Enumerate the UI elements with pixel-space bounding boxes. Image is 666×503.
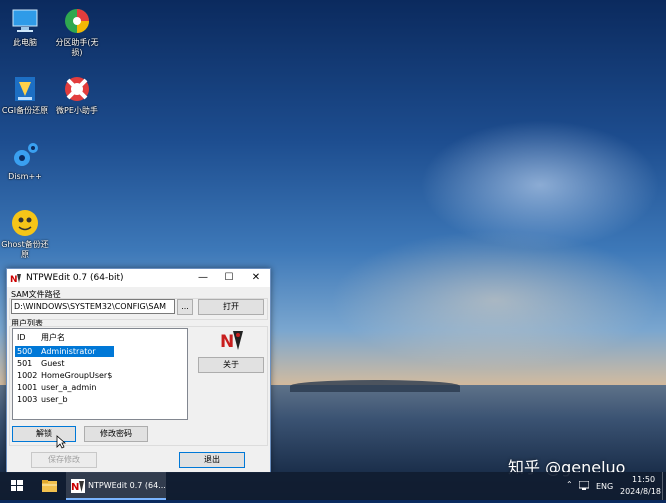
browse-button[interactable]: ... — [177, 299, 193, 315]
show-desktop-button[interactable] — [662, 472, 666, 500]
start-button[interactable] — [0, 472, 34, 500]
desktop-icon-dism[interactable]: Dism++ — [0, 140, 50, 182]
column-header-id: ID — [17, 333, 26, 342]
desktop-icon-label: CGI备份还原 — [1, 106, 49, 115]
desktop-icon-cgi[interactable]: CGI备份还原 — [0, 74, 50, 116]
change-password-button[interactable]: 修改密码 — [84, 426, 148, 442]
network-icon[interactable] — [578, 480, 590, 490]
desktop-icon-partition-assistant[interactable]: 分区助手(无损) — [52, 6, 102, 58]
app-logo-icon: N — [10, 272, 22, 285]
maximize-icon: ☐ — [224, 272, 234, 283]
close-button[interactable]: ✕ — [243, 269, 269, 287]
wallpaper-island — [290, 380, 460, 392]
exit-button[interactable]: 退出 — [179, 452, 245, 468]
column-header-username: 用户名 — [41, 333, 65, 342]
user-name: Guest — [41, 359, 65, 368]
clock-time[interactable]: 11:50 — [632, 475, 655, 484]
svg-text:N: N — [220, 332, 234, 351]
lifebuoy-icon — [62, 74, 92, 104]
window-title: NTPWEdit 0.7 (64-bit) — [26, 273, 124, 283]
user-id: 501 — [17, 359, 33, 368]
tray-up-arrow-icon[interactable]: ⌃ — [566, 480, 573, 489]
desktop-icon-label: 分区助手(无损) — [55, 38, 99, 57]
folder-icon — [42, 480, 57, 492]
user-id: 1003 — [17, 395, 38, 404]
user-row[interactable]: 1002 HomeGroupUser$ — [15, 370, 114, 381]
taskbar: N NTPWEdit 0.7 (64... ⌃ ENG 11:50 2024/8… — [0, 472, 666, 500]
language-indicator[interactable]: ENG — [596, 482, 613, 491]
taskbar-app-label: NTPWEdit 0.7 (64... — [88, 481, 166, 490]
ntpwedit-logo-icon: N — [220, 329, 244, 352]
gears-icon — [10, 140, 40, 170]
maximize-button[interactable]: ☐ — [216, 269, 242, 287]
sam-path-field[interactable]: D:\WINDOWS\SYSTEM32\CONFIG\SAM — [11, 299, 175, 314]
user-name: Administrator — [41, 347, 96, 356]
minimize-icon: — — [198, 272, 208, 283]
desktop-icon-wepe-helper[interactable]: 微PE小助手 — [52, 74, 102, 116]
desktop-icon-label: Dism++ — [8, 172, 42, 181]
ntpwedit-taskbar-icon: N — [71, 479, 85, 493]
user-id: 1001 — [17, 383, 38, 392]
save-changes-button[interactable]: 保存修改 — [31, 452, 97, 468]
desktop-icon-label: 微PE小助手 — [56, 106, 98, 115]
ntpwedit-window: N NTPWEdit 0.7 (64-bit) — ☐ ✕ SAM文件路径 D:… — [6, 268, 271, 473]
user-id: 1002 — [17, 371, 38, 380]
mouse-cursor-icon — [56, 435, 67, 449]
minimize-button[interactable]: — — [190, 269, 216, 287]
svg-text:N: N — [71, 482, 79, 493]
desktop-icon-ghost[interactable]: Ghost备份还原 — [0, 208, 50, 260]
user-listbox[interactable]: ID 用户名 500 Administrator 501 Guest 1002 Home… — [12, 328, 188, 420]
user-id: 500 — [17, 347, 33, 356]
window-titlebar[interactable]: N NTPWEdit 0.7 (64-bit) — ☐ ✕ — [7, 269, 270, 287]
user-row[interactable]: 1003 user_b — [15, 394, 114, 405]
user-name: HomeGroupUser$ — [41, 371, 113, 380]
svg-text:N: N — [10, 275, 18, 284]
about-button[interactable]: 关于 — [198, 357, 264, 373]
unlock-button[interactable]: 解锁 — [12, 426, 76, 442]
file-explorer-taskbar-button[interactable] — [34, 472, 64, 500]
clock-date[interactable]: 2024/8/18 — [620, 487, 661, 496]
user-name: user_b — [41, 395, 68, 404]
user-name: user_a_admin — [41, 383, 97, 392]
cgi-backup-icon — [10, 74, 40, 104]
desktop-icon-label: Ghost备份还原 — [1, 240, 49, 259]
user-row[interactable]: 500 Administrator — [15, 346, 114, 357]
user-row[interactable]: 1001 user_a_admin — [15, 382, 114, 393]
user-row[interactable]: 501 Guest — [15, 358, 114, 369]
wallpaper-sunset-glow — [330, 230, 660, 370]
computer-icon — [10, 6, 40, 36]
partition-tool-icon — [62, 6, 92, 36]
list-header: ID 用户名 — [15, 332, 185, 343]
ghost-icon — [10, 208, 40, 238]
open-button[interactable]: 打开 — [198, 299, 264, 315]
ntpwedit-taskbar-button[interactable]: N NTPWEdit 0.7 (64... — [66, 472, 166, 500]
desktop-icon-label: 此电脑 — [13, 38, 37, 47]
close-icon: ✕ — [251, 272, 261, 283]
windows-logo-icon — [11, 480, 23, 491]
desktop-icon-this-pc[interactable]: 此电脑 — [0, 6, 50, 48]
